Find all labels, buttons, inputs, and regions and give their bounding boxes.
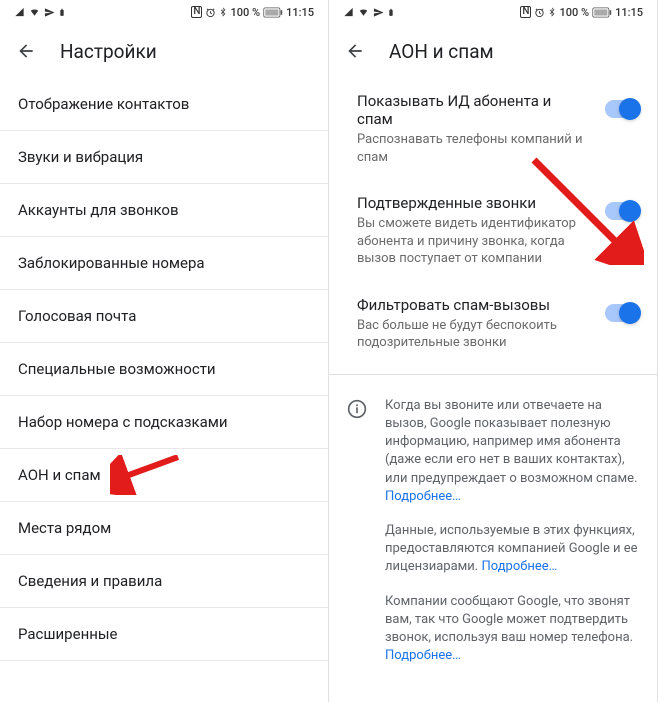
status-left-icons (14, 7, 66, 18)
phone-caller-id: N 100 % 11:15 АОН и спам Показывать ИД а… (329, 0, 658, 702)
alarm-icon (205, 7, 216, 18)
battery-icon (263, 7, 283, 18)
arrow-back-icon (345, 41, 365, 61)
status-right: N 100 % 11:15 (520, 6, 643, 19)
item-nearby[interactable]: Места рядом (0, 502, 328, 555)
setting-text: Показывать ИД абонента и спам Распознава… (357, 92, 589, 166)
info-block: Когда вы звоните или отвечаете на вызов,… (329, 383, 657, 695)
clock-time: 11:15 (615, 6, 643, 19)
battery-percent: 100 % (230, 6, 260, 19)
info-para-2: Данные, используемые в этих функциях, пр… (385, 522, 639, 577)
settings-list: Отображение контактов Звуки и вибрация А… (0, 78, 328, 702)
setting-text: Подтвержденные звонки Вы сможете видеть … (357, 194, 589, 268)
setting-filter-spam[interactable]: Фильтровать спам-вызовы Вас больше не бу… (329, 282, 657, 366)
status-left-icons (343, 7, 395, 18)
page-title: Настройки (60, 40, 157, 63)
phone-settings: N 100 % 11:15 Настройки Отображение конт… (0, 0, 329, 702)
nfc-icon: N (191, 6, 202, 18)
settings-content: Показывать ИД абонента и спам Распознава… (329, 78, 657, 702)
battery-icon (592, 7, 612, 18)
status-right: N 100 % 11:15 (191, 6, 314, 19)
toggle-filter-spam[interactable] (605, 304, 639, 322)
info-para-3: Компании сообщают Google, что звонят вам… (385, 593, 639, 666)
app-bar: АОН и спам (329, 24, 657, 78)
setting-subtitle: Распознавать телефоны компаний и спам (357, 131, 589, 166)
toggle-verified-calls[interactable] (605, 202, 639, 220)
status-bar: N 100 % 11:15 (0, 0, 328, 24)
divider (329, 374, 657, 375)
item-caller-id-spam[interactable]: АОН и спам (0, 449, 328, 502)
setting-subtitle: Вас больше не будут беспокоить подозрите… (357, 317, 589, 352)
wifi-icon (28, 7, 41, 17)
page-title: АОН и спам (389, 40, 494, 63)
status-bar: N 100 % 11:15 (329, 0, 657, 24)
item-voicemail[interactable]: Голосовая почта (0, 290, 328, 343)
send-icon (44, 7, 55, 18)
signal-icon (343, 7, 354, 17)
clock-time: 11:15 (286, 6, 314, 19)
nfc-icon: N (520, 6, 531, 18)
setting-verified-calls[interactable]: Подтвержденные звонки Вы сможете видеть … (329, 180, 657, 282)
alarm-icon (534, 7, 545, 18)
info-text: Когда вы звоните или отвечаете на вызов,… (385, 397, 639, 681)
setting-subtitle: Вы сможете видеть идентификатор абонента… (357, 215, 589, 268)
learn-more-link[interactable]: Подробнее… (385, 648, 461, 663)
info-text-1: Когда вы звоните или отвечаете на вызов,… (385, 398, 637, 486)
toggle-show-caller-id[interactable] (605, 100, 639, 118)
back-button[interactable] (345, 41, 365, 61)
setting-title: Подтвержденные звонки (357, 194, 589, 212)
setting-show-caller-id[interactable]: Показывать ИД абонента и спам Распознава… (329, 78, 657, 180)
learn-more-link[interactable]: Подробнее… (481, 559, 557, 574)
bluetooth-icon (548, 7, 556, 18)
battery-small-icon (58, 7, 66, 18)
send-icon (373, 7, 384, 18)
setting-title: Показывать ИД абонента и спам (357, 92, 589, 128)
item-sounds[interactable]: Звуки и вибрация (0, 131, 328, 184)
item-about[interactable]: Сведения и правила (0, 555, 328, 608)
info-text-3: Компании сообщают Google, что звонят вам… (385, 594, 633, 645)
back-button[interactable] (16, 41, 36, 61)
battery-percent: 100 % (559, 6, 589, 19)
item-accessibility[interactable]: Специальные возможности (0, 343, 328, 396)
item-dial-assist[interactable]: Набор номера с подсказками (0, 396, 328, 449)
setting-title: Фильтровать спам-вызовы (357, 296, 589, 314)
battery-small-icon (387, 7, 395, 18)
arrow-back-icon (16, 41, 36, 61)
info-icon (347, 399, 367, 419)
learn-more-link[interactable]: Подробнее… (385, 489, 461, 504)
info-para-1: Когда вы звоните или отвечаете на вызов,… (385, 397, 639, 506)
bluetooth-icon (219, 7, 227, 18)
item-blocked[interactable]: Заблокированные номера (0, 237, 328, 290)
item-contacts-display[interactable]: Отображение контактов (0, 78, 328, 131)
app-bar: Настройки (0, 24, 328, 78)
wifi-icon (357, 7, 370, 17)
signal-icon (14, 7, 25, 17)
item-call-accounts[interactable]: Аккаунты для звонков (0, 184, 328, 237)
item-advanced[interactable]: Расширенные (0, 608, 328, 661)
setting-text: Фильтровать спам-вызовы Вас больше не бу… (357, 296, 589, 352)
